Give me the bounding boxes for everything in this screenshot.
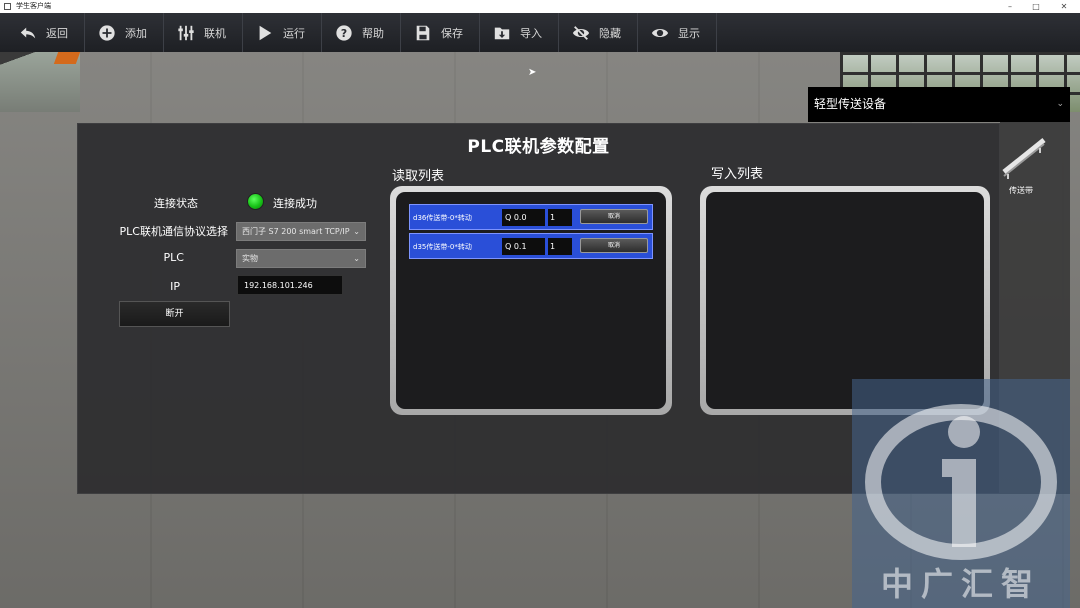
window-title: 学生客户端 [16,2,51,10]
read-list-item[interactable]: d35传送带-0*转动 Q 0.1 1 取消 [409,233,653,259]
protocol-label: PLC联机通信协议选择 [119,225,228,238]
conveyor-item-label: 传送带 [1009,186,1033,195]
connection-status-label: 连接状态 [154,197,198,210]
watermark-i-icon [865,404,1057,560]
read-list: d36传送带-0*转动 Q 0.0 1 取消 d35传送带-0*转动 Q 0.1… [396,192,666,409]
chevron-down-icon: ⌄ [353,227,360,236]
hide-button[interactable]: 隐藏 [559,13,638,52]
protocol-select[interactable]: 西门子 S7 200 smart TCP/IP ⌄ [236,222,366,241]
chevron-down-icon: ⌄ [1056,99,1064,109]
chevron-down-icon: ⌄ [353,254,360,263]
ip-label: IP [170,280,180,293]
plc-select-value: 实物 [242,254,258,263]
import-icon [492,23,512,43]
show-button[interactable]: 显示 [638,13,717,52]
read-item-cancel-button[interactable]: 取消 [580,209,648,224]
app-icon [4,3,11,10]
watermark-text: 中广汇智 [880,565,1041,603]
connection-status-text: 连接成功 [273,197,317,210]
import-button[interactable]: 导入 [480,13,559,52]
plc-label: PLC [163,251,184,264]
help-button[interactable]: ? 帮助 [322,13,401,52]
read-item-name: d36传送带-0*转动 [413,214,472,222]
ip-input[interactable]: 192.168.101.246 [237,275,343,295]
read-list-item[interactable]: d36传送带-0*转动 Q 0.0 1 取消 [409,204,653,230]
dialog-title: PLC联机参数配置 [467,137,610,157]
read-item-value-input[interactable]: 1 [548,209,572,226]
back-arrow-icon [18,23,38,43]
hide-label: 隐藏 [599,26,621,40]
read-item-value-input[interactable]: 1 [548,238,572,255]
device-category-value: 轻型传送设备 [814,97,887,111]
connect-button[interactable]: 联机 [164,13,243,52]
eye-slash-icon [571,23,591,43]
write-list [706,192,984,409]
run-label: 运行 [283,26,305,40]
mouse-cursor-icon: ➤ [528,67,537,78]
back-label: 返回 [46,26,68,40]
read-item-name: d35传送带-0*转动 [413,243,472,251]
read-item-address-input[interactable]: Q 0.1 [502,238,545,255]
device-category-dropdown[interactable]: 轻型传送设备 ⌄ [808,87,1070,122]
equalizer-icon [176,23,196,43]
import-label: 导入 [520,26,542,40]
minimize-icon[interactable]: – [1000,0,1020,13]
maximize-icon[interactable]: □ [1026,0,1046,13]
save-icon [413,23,433,43]
show-label: 显示 [678,26,700,40]
eye-icon [650,23,670,43]
main-toolbar: 返回 添加 联机 运行 ? 帮助 保存 导入 隐藏 显示 [0,13,1080,52]
connect-label: 联机 [204,26,226,40]
conveyor-item-icon[interactable] [1000,132,1050,182]
add-circle-icon [97,23,117,43]
protocol-select-value: 西门子 S7 200 smart TCP/IP [242,227,350,236]
add-button[interactable]: 添加 [85,13,164,52]
help-label: 帮助 [362,26,384,40]
back-button[interactable]: 返回 [6,13,85,52]
watermark-logo: 中广汇智 [852,379,1070,608]
run-button[interactable]: 运行 [243,13,322,52]
save-label: 保存 [441,26,463,40]
save-button[interactable]: 保存 [401,13,480,52]
svg-text:?: ? [341,27,347,40]
window-titlebar: 学生客户端 – □ ✕ [0,0,1080,13]
read-list-title: 读取列表 [392,169,445,184]
connection-status-led [247,193,264,210]
plc-select[interactable]: 实物 ⌄ [236,249,366,268]
play-icon [255,23,275,43]
read-list-box: d36传送带-0*转动 Q 0.0 1 取消 d35传送带-0*转动 Q 0.1… [390,186,672,415]
read-item-cancel-button[interactable]: 取消 [580,238,648,253]
close-icon[interactable]: ✕ [1054,0,1074,13]
read-item-address-input[interactable]: Q 0.0 [502,209,545,226]
disconnect-button[interactable]: 断开 [119,301,230,327]
help-icon: ? [334,23,354,43]
write-list-title: 写入列表 [711,167,764,182]
scene-orange-object [53,52,81,64]
add-label: 添加 [125,26,147,40]
